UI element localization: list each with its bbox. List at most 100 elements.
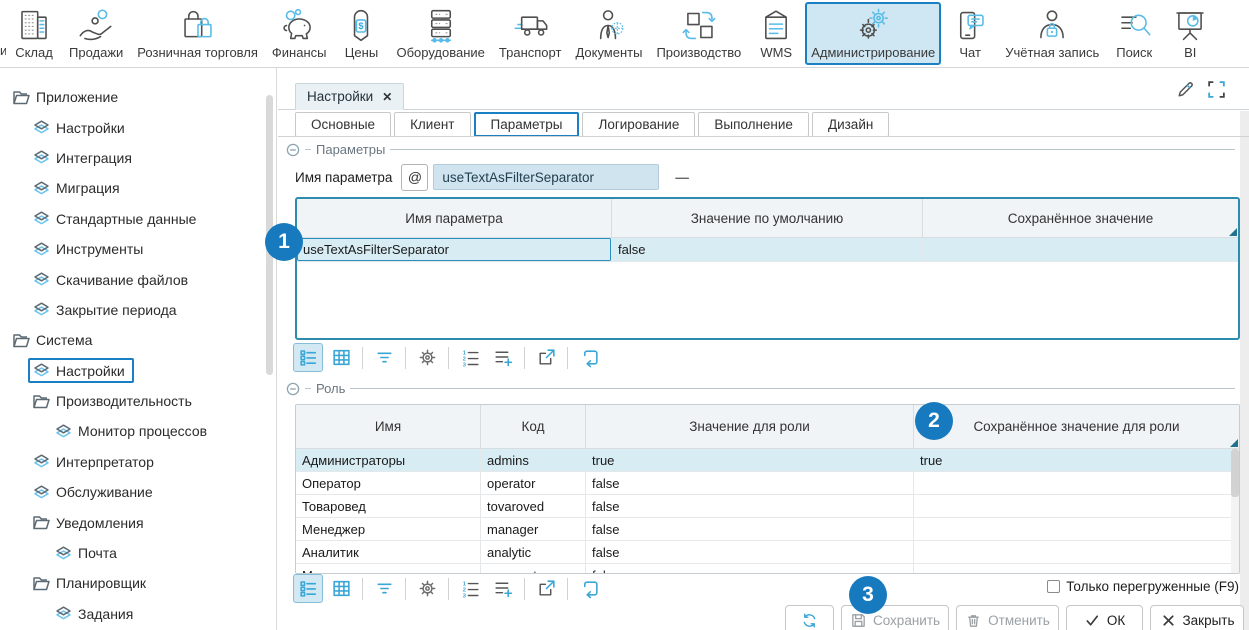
settings-button[interactable] [412, 574, 442, 603]
tree-item-migratsiya[interactable]: Миграция [0, 173, 276, 203]
close-button[interactable]: Закрыть [1150, 605, 1244, 630]
open-in-window-button[interactable] [531, 574, 561, 603]
tree-item-interpretator[interactable]: Интерпретатор [0, 447, 276, 477]
param-name-input[interactable] [433, 164, 659, 190]
nav-item-warehouse[interactable]: Склад [7, 2, 61, 65]
add-rows-button[interactable] [488, 343, 518, 372]
at-button[interactable]: @ [401, 164, 428, 191]
tree-item-monitor-protsessov[interactable]: Монитор процессов [0, 416, 276, 446]
nav-item-production[interactable]: Производство [650, 2, 747, 65]
collapse-section-icon[interactable] [286, 143, 300, 157]
table-row[interactable]: Администраторыadminstruetrue [296, 449, 1239, 472]
cancel-button[interactable]: Отменить [956, 605, 1059, 630]
table-cell: Менеджер [296, 518, 481, 540]
layers-icon [32, 301, 51, 318]
refresh-button[interactable] [785, 605, 834, 630]
tree-item-nastroyki-app[interactable]: Настройки [0, 112, 276, 142]
tree-item-nastroyki-sistema[interactable]: Настройки [0, 356, 276, 386]
tab-logirovanie[interactable]: Логирование [582, 112, 695, 137]
sales-icon [75, 6, 117, 44]
table-cell [914, 518, 1239, 540]
role-section-header: Роль [286, 381, 1235, 396]
tree-item-sistema[interactable]: Система [0, 325, 276, 355]
table-row[interactable]: Менеджер по расчетамpaymentfalse [296, 564, 1239, 574]
list-view-button[interactable] [293, 343, 323, 372]
tree-item-zadaniya[interactable]: Задания [0, 599, 276, 629]
column-header[interactable]: Имя [296, 405, 481, 448]
table-row[interactable]: Менеджерmanagerfalse [296, 518, 1239, 541]
nav-item-account[interactable]: Учётная запись [999, 2, 1105, 65]
doc-tab-label: Настройки [307, 89, 373, 104]
workspace: Настройки ✕ ОсновныеКлиентПараметрыЛогир… [278, 68, 1249, 630]
toolbar-separator [362, 578, 363, 600]
nav-item-bi[interactable]: BI [1163, 2, 1217, 65]
list-view-button[interactable] [293, 574, 323, 603]
tree-item-pochta[interactable]: Почта [0, 538, 276, 568]
nav-item-search[interactable]: Поиск [1107, 2, 1161, 65]
nav-item-wms[interactable]: WMS [749, 2, 803, 65]
grid-view-button[interactable] [326, 574, 356, 603]
column-header[interactable]: Имя параметра [297, 199, 612, 237]
role-table-scrollbar[interactable] [1231, 449, 1239, 573]
tab-vypolnenie[interactable]: Выполнение [698, 112, 809, 137]
nav-item-label: WMS [760, 45, 792, 60]
nav-item-transport[interactable]: Транспорт [493, 2, 568, 65]
column-header[interactable]: Сохранённое значение [923, 199, 1238, 237]
tree-item-obsluzhivanie[interactable]: Обслуживание [0, 477, 276, 507]
tab-klient[interactable]: Клиент [394, 112, 470, 137]
overloaded-only-checkbox[interactable]: Только перегруженные (F9) [1047, 579, 1239, 594]
table-cell: analytic [481, 541, 586, 563]
tree-item-standartnye-dannye[interactable]: Стандартные данные [0, 204, 276, 234]
role-table: ИмяКодЗначение для ролиСохранённое значе… [295, 404, 1240, 574]
close-x-icon [1160, 612, 1177, 629]
ok-button[interactable]: ОК [1066, 605, 1143, 630]
reload-rows-button[interactable] [574, 343, 604, 372]
nav-item-chat[interactable]: Чат [943, 2, 997, 65]
nav-item-administration[interactable]: Администрирование [805, 2, 941, 65]
tab-parametry[interactable]: Параметры [474, 112, 580, 137]
column-header[interactable]: Значение для роли [586, 405, 914, 448]
close-tab-icon[interactable]: ✕ [382, 90, 392, 104]
collapse-section-icon[interactable] [286, 382, 300, 396]
doc-tab-settings[interactable]: Настройки ✕ [295, 83, 404, 110]
numbered-list-button[interactable]: 123 [455, 574, 485, 603]
tree-item-skachivanie-faylov[interactable]: Скачивание файлов [0, 264, 276, 294]
settings-button[interactable] [412, 343, 442, 372]
open-in-window-button[interactable] [531, 343, 561, 372]
column-header[interactable]: Сохранённое значение для роли [914, 405, 1239, 448]
column-header[interactable]: Значение по умолчанию [612, 199, 923, 237]
nav-item-prices[interactable]: $Цены [334, 2, 388, 65]
numbered-list-button[interactable]: 123 [455, 343, 485, 372]
reload-rows-button[interactable] [574, 574, 604, 603]
table-row[interactable]: Операторoperatorfalse [296, 472, 1239, 495]
table-cell [923, 238, 1238, 261]
tab-dizayn[interactable]: Дизайн [812, 112, 889, 137]
table-row[interactable]: Товароведtovarovedfalse [296, 495, 1239, 518]
table-row[interactable]: Аналитикanalyticfalse [296, 541, 1239, 564]
filter-button[interactable] [369, 343, 399, 372]
fullscreen-icon[interactable] [1206, 79, 1227, 100]
edit-pencil-icon[interactable] [1175, 79, 1196, 100]
tree-item-planirovshchik[interactable]: Планировщик [0, 568, 276, 598]
add-rows-button[interactable] [488, 574, 518, 603]
checkbox-box[interactable] [1047, 580, 1060, 593]
tree-item-integratsiya[interactable]: Интеграция [0, 143, 276, 173]
tree-item-prilozhenie[interactable]: Приложение [0, 82, 276, 112]
gear-icon [417, 347, 438, 368]
table-cell: true [586, 449, 914, 471]
main-scroll-gutter[interactable] [1240, 111, 1249, 630]
grid-view-button[interactable] [326, 343, 356, 372]
tree-item-instrumenty[interactable]: Инструменты [0, 234, 276, 264]
tree-item-zakrytie-perioda[interactable]: Закрытие периода [0, 295, 276, 325]
nav-item-finance[interactable]: Финансы [266, 2, 333, 65]
tab-osnovnye[interactable]: Основные [295, 112, 391, 137]
column-header[interactable]: Код [481, 405, 586, 448]
tree-item-uvedomleniya[interactable]: Уведомления [0, 507, 276, 537]
nav-item-equipment[interactable]: Оборудование [390, 2, 490, 65]
nav-item-documents[interactable]: Документы [569, 2, 648, 65]
tree-item-proizvoditelnost[interactable]: Производительность [0, 386, 276, 416]
table-row[interactable]: useTextAsFilterSeparatorfalse [297, 238, 1238, 262]
nav-item-sales[interactable]: Продажи [63, 2, 129, 65]
filter-button[interactable] [369, 574, 399, 603]
nav-item-retail[interactable]: Розничная торговля [131, 2, 264, 65]
